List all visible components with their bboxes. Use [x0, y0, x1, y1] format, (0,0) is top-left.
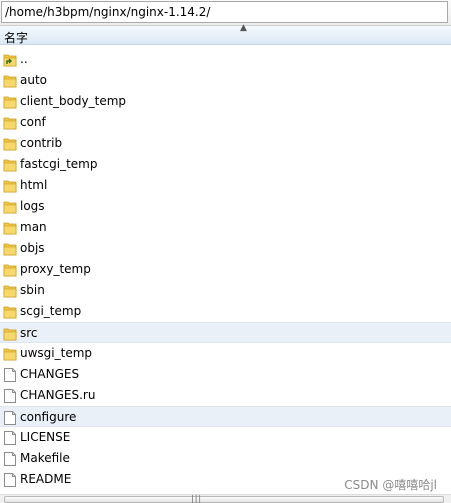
sort-ascending-icon: ▲ [240, 23, 247, 33]
item-name: LICENSE [20, 430, 71, 444]
item-name: conf [20, 115, 46, 129]
item-name: sbin [20, 283, 45, 297]
path-bar [0, 0, 451, 26]
folder-row[interactable]: .. [0, 49, 451, 70]
folder-icon [3, 178, 17, 194]
file-row[interactable]: configure [0, 406, 451, 427]
folder-icon [3, 262, 17, 278]
folder-row[interactable]: contrib [0, 133, 451, 154]
horizontal-scrollbar[interactable]: ||| [0, 494, 451, 503]
item-name: man [20, 220, 47, 234]
file-row[interactable]: LICENSE [0, 427, 451, 448]
folder-row[interactable]: conf [0, 112, 451, 133]
item-name: html [20, 178, 48, 192]
file-icon [3, 451, 17, 467]
file-icon [3, 388, 17, 404]
item-name: README [20, 472, 72, 486]
file-list: .. auto client_body_tempconf contrib fastcgi… [0, 49, 451, 490]
folder-icon [3, 199, 17, 215]
folder-row[interactable]: man [0, 217, 451, 238]
folder-icon [3, 115, 17, 131]
item-name: CHANGES.ru [20, 388, 96, 402]
file-row[interactable]: CHANGES.ru [0, 385, 451, 406]
item-name: objs [20, 241, 45, 255]
item-name: CHANGES [20, 367, 80, 381]
file-icon [3, 410, 17, 426]
folder-row[interactable]: uwsgi_temp [0, 343, 451, 364]
scrollbar-thumb[interactable]: ||| [4, 494, 444, 503]
column-header-name[interactable]: 名字 [4, 29, 28, 46]
item-name: auto [20, 73, 48, 87]
folder-icon [3, 94, 17, 110]
folder-icon [3, 346, 17, 362]
folder-icon [3, 220, 17, 236]
folder-row[interactable]: scgi_temp [0, 301, 451, 322]
folder-row[interactable]: html [0, 175, 451, 196]
folder-icon [3, 283, 17, 299]
folder-row[interactable]: objs [0, 238, 451, 259]
item-name: Makefile [20, 451, 70, 465]
folder-icon [3, 136, 17, 152]
folder-icon [3, 326, 17, 342]
file-row[interactable]: CHANGES [0, 364, 451, 385]
item-name: fastcgi_temp [20, 157, 98, 171]
folder-row[interactable]: sbin [0, 280, 451, 301]
item-name: proxy_temp [20, 262, 91, 276]
file-icon [3, 367, 17, 383]
column-header: 名字 ▲ [0, 23, 451, 46]
parent-folder-icon [3, 52, 17, 68]
file-icon [3, 472, 17, 488]
path-input[interactable] [1, 1, 448, 23]
folder-row[interactable]: src [0, 322, 451, 343]
folder-icon [3, 241, 17, 257]
item-name: client_body_temp [20, 94, 127, 108]
file-row[interactable]: Makefile [0, 448, 451, 469]
folder-row[interactable]: client_body_temp [0, 91, 451, 112]
item-name: .. [20, 52, 28, 66]
folder-icon [3, 73, 17, 89]
scrollbar-grip-icon: ||| [191, 494, 203, 503]
file-icon [3, 430, 17, 446]
watermark: CSDN @嘻嘻哈jl [344, 478, 437, 492]
item-name: uwsgi_temp [20, 346, 93, 360]
item-name: src [20, 326, 38, 340]
item-name: scgi_temp [20, 304, 82, 318]
item-name: logs [20, 199, 45, 213]
item-name: configure [20, 410, 77, 424]
folder-icon [3, 304, 17, 320]
folder-row[interactable]: fastcgi_temp [0, 154, 451, 175]
folder-row[interactable]: proxy_temp [0, 259, 451, 280]
folder-row[interactable]: auto [0, 70, 451, 91]
folder-row[interactable]: logs [0, 196, 451, 217]
item-name: contrib [20, 136, 63, 150]
folder-icon [3, 157, 17, 173]
